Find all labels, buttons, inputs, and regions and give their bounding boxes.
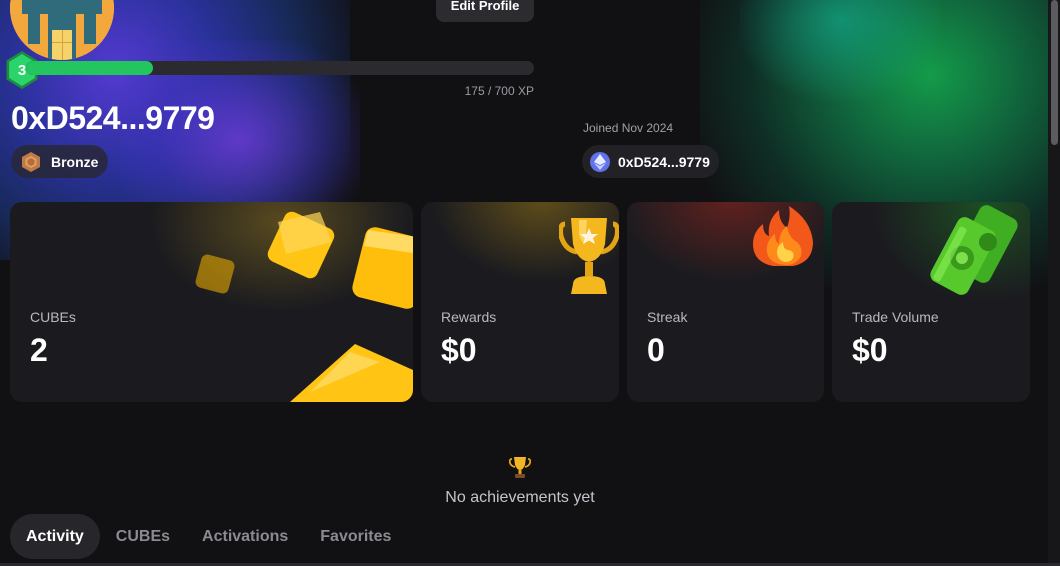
- stat-card-cubes[interactable]: CUBEs 2: [10, 202, 413, 402]
- money-stack-art: [930, 205, 1018, 295]
- fire-art: [753, 206, 813, 266]
- xp-progress-bar: [26, 61, 534, 75]
- tab-cubes[interactable]: CUBEs: [100, 514, 186, 559]
- trophy-art: [559, 218, 619, 294]
- tab-favorites[interactable]: Favorites: [304, 514, 407, 559]
- stat-label: Rewards: [441, 309, 497, 325]
- gold-cubes-art: [195, 211, 413, 402]
- stat-label: CUBEs: [30, 309, 76, 325]
- stat-card-streak[interactable]: Streak 0: [627, 202, 824, 402]
- joined-date: Joined Nov 2024: [583, 121, 674, 135]
- stat-value: $0: [852, 332, 888, 368]
- wallet-address-pill[interactable]: 0xD524...9779: [582, 145, 719, 178]
- tab-activations[interactable]: Activations: [186, 514, 304, 559]
- ethereum-icon: [590, 151, 610, 172]
- stat-label: Trade Volume: [852, 309, 939, 325]
- wallet-address: 0xD524...9779: [618, 153, 710, 170]
- tier-label: Bronze: [51, 153, 99, 170]
- stat-card-rewards[interactable]: Rewards $0: [421, 202, 619, 402]
- tier-badge[interactable]: Bronze: [11, 145, 109, 178]
- edit-profile-button[interactable]: Edit Profile: [436, 0, 534, 22]
- profile-address: 0xD524...9779: [11, 100, 215, 136]
- xp-text: 175 / 700 XP: [464, 84, 534, 98]
- profile-page: 3 175 / 700 XP Edit Profile 0xD524...977…: [0, 0, 1060, 566]
- stat-card-trade-volume[interactable]: Trade Volume $0: [832, 202, 1030, 402]
- background-glow-teal: [740, 0, 940, 100]
- bronze-hexagon-icon: [22, 151, 40, 172]
- profile-tabs: Activity CUBEs Activations Favorites: [10, 514, 407, 559]
- scrollbar[interactable]: [1048, 0, 1060, 566]
- stat-label: Streak: [647, 309, 688, 325]
- scrollbar-thumb[interactable]: [1051, 0, 1058, 145]
- trophy-icon: [508, 457, 532, 478]
- tab-activity[interactable]: Activity: [10, 514, 100, 559]
- xp-progress-fill: [26, 61, 153, 75]
- stat-value: $0: [441, 332, 477, 368]
- stat-value: 0: [647, 332, 665, 368]
- no-achievements-text: No achievements yet: [445, 489, 595, 506]
- stat-value: 2: [30, 332, 48, 368]
